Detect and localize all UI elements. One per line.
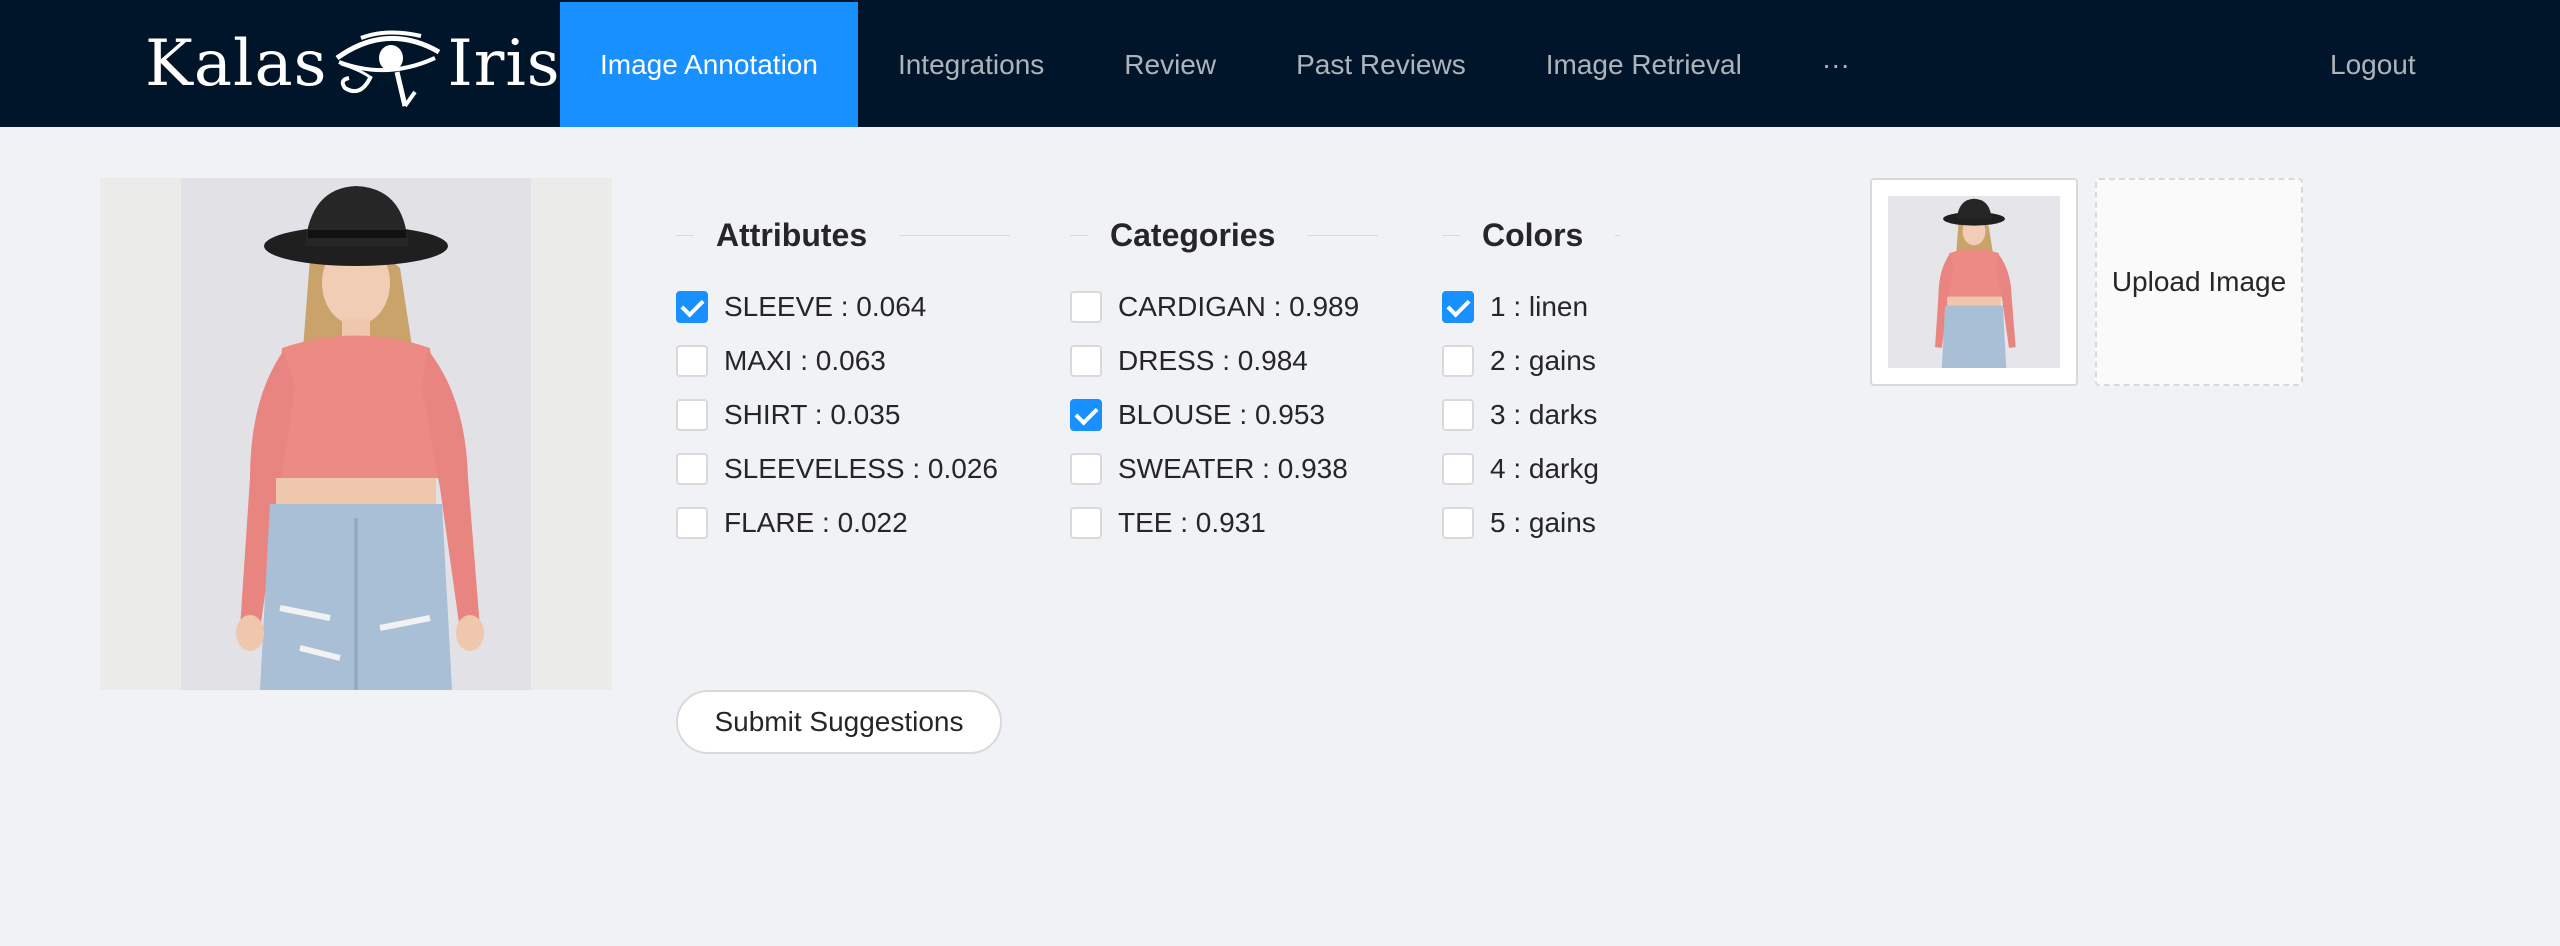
attributes-title: Attributes — [716, 216, 868, 253]
color-option-5[interactable]: 5 : gains — [1442, 496, 1620, 550]
kalas-iris-logo[interactable]: Kalas Iris — [145, 18, 561, 110]
attribute-option-shirt[interactable]: SHIRT : 0.035 — [676, 388, 1010, 442]
thumbnail-image — [1888, 196, 2060, 368]
checkbox[interactable] — [1070, 507, 1102, 539]
attribute-option-maxi[interactable]: MAXI : 0.063 — [676, 334, 1010, 388]
nav-past-reviews[interactable]: Past Reviews — [1256, 2, 1506, 127]
checkbox[interactable] — [1442, 453, 1474, 485]
color-option-4[interactable]: 4 : darkg — [1442, 442, 1620, 496]
checkbox[interactable] — [1070, 291, 1102, 323]
categories-group: Categories CARDIGAN : 0.989 DRESS : 0.98… — [1070, 210, 1378, 550]
nav-image-retrieval[interactable]: Image Retrieval — [1506, 2, 1782, 127]
checkbox[interactable] — [676, 345, 708, 377]
checkbox[interactable] — [1070, 345, 1102, 377]
checkbox[interactable] — [1070, 399, 1102, 431]
attribute-option-flare[interactable]: FLARE : 0.022 — [676, 496, 1010, 550]
nav-review[interactable]: Review — [1084, 2, 1256, 127]
logo-text-left: Kalas — [145, 27, 328, 101]
upload-image-label: Upload Image — [2111, 266, 2287, 297]
attribute-option-sleeveless[interactable]: SLEEVELESS : 0.026 — [676, 442, 1010, 496]
checkbox[interactable] — [676, 399, 708, 431]
color-option-3[interactable]: 3 : darks — [1442, 388, 1620, 442]
checkbox[interactable] — [676, 291, 708, 323]
checkbox[interactable] — [1442, 399, 1474, 431]
checkbox[interactable] — [1442, 345, 1474, 377]
attributes-group: Attributes SLEEVE : 0.064 MAXI : 0.063 S… — [676, 210, 1010, 550]
checkbox[interactable] — [676, 507, 708, 539]
checkbox[interactable] — [1442, 507, 1474, 539]
category-option-blouse[interactable]: BLOUSE : 0.953 — [1070, 388, 1378, 442]
logo-text-right: Iris — [447, 27, 561, 101]
color-option-1[interactable]: 1 : linen — [1442, 280, 1620, 334]
top-navbar: Kalas Iris Image Annotation Integrations… — [0, 0, 2560, 127]
product-image — [100, 178, 612, 690]
eye-of-horus-icon — [335, 30, 441, 108]
category-option-dress[interactable]: DRESS : 0.984 — [1070, 334, 1378, 388]
category-option-sweater[interactable]: SWEATER : 0.938 — [1070, 442, 1378, 496]
checkbox[interactable] — [1442, 291, 1474, 323]
attribute-option-sleeve[interactable]: SLEEVE : 0.064 — [676, 280, 1010, 334]
main-nav: Image Annotation Integrations Review Pas… — [560, 2, 1890, 127]
categories-title: Categories — [1110, 216, 1276, 253]
checkbox[interactable] — [676, 453, 708, 485]
nav-integrations[interactable]: Integrations — [858, 2, 1084, 127]
checkbox[interactable] — [1070, 453, 1102, 485]
upload-image-button[interactable]: Upload Image — [2095, 178, 2303, 386]
logout-button[interactable]: Logout — [2300, 2, 2446, 127]
nav-image-annotation[interactable]: Image Annotation — [560, 2, 858, 127]
colors-title: Colors — [1482, 216, 1584, 253]
submit-suggestions-button[interactable]: Submit Suggestions — [676, 690, 1002, 754]
colors-group: Colors 1 : linen 2 : gains 3 : darks 4 :… — [1442, 210, 1620, 550]
nav-more-button[interactable]: ··· — [1782, 2, 1890, 127]
color-option-2[interactable]: 2 : gains — [1442, 334, 1620, 388]
category-option-cardigan[interactable]: CARDIGAN : 0.989 — [1070, 280, 1378, 334]
category-option-tee[interactable]: TEE : 0.931 — [1070, 496, 1378, 550]
uploaded-image-thumbnail[interactable] — [1870, 178, 2078, 386]
